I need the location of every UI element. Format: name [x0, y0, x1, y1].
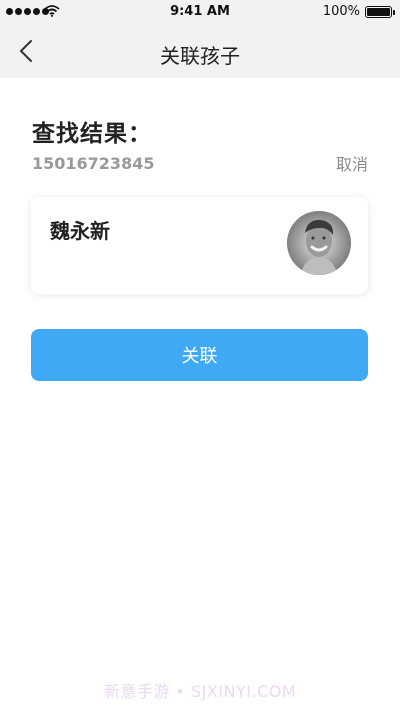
link-child-button[interactable]: 关联: [31, 329, 368, 381]
navigation-bar: 关联孩子: [0, 24, 400, 78]
searched-phone-number: 15016723845: [32, 154, 155, 173]
battery-icon: [365, 6, 395, 18]
battery-percentage: 100%: [322, 4, 360, 19]
cancel-button[interactable]: 取消: [336, 151, 368, 175]
search-result-heading: 查找结果：: [32, 121, 152, 147]
child-result-card[interactable]: 魏永新: [31, 197, 368, 294]
user-avatar-icon: [287, 211, 351, 275]
child-name: 魏永新: [50, 219, 110, 243]
page-title: 关联孩子: [160, 44, 240, 68]
status-bar: 9:41 AM 100%: [0, 0, 400, 24]
watermark: 新意手游 • SJXINYI.COM: [103, 682, 297, 701]
avatar: [287, 211, 351, 275]
